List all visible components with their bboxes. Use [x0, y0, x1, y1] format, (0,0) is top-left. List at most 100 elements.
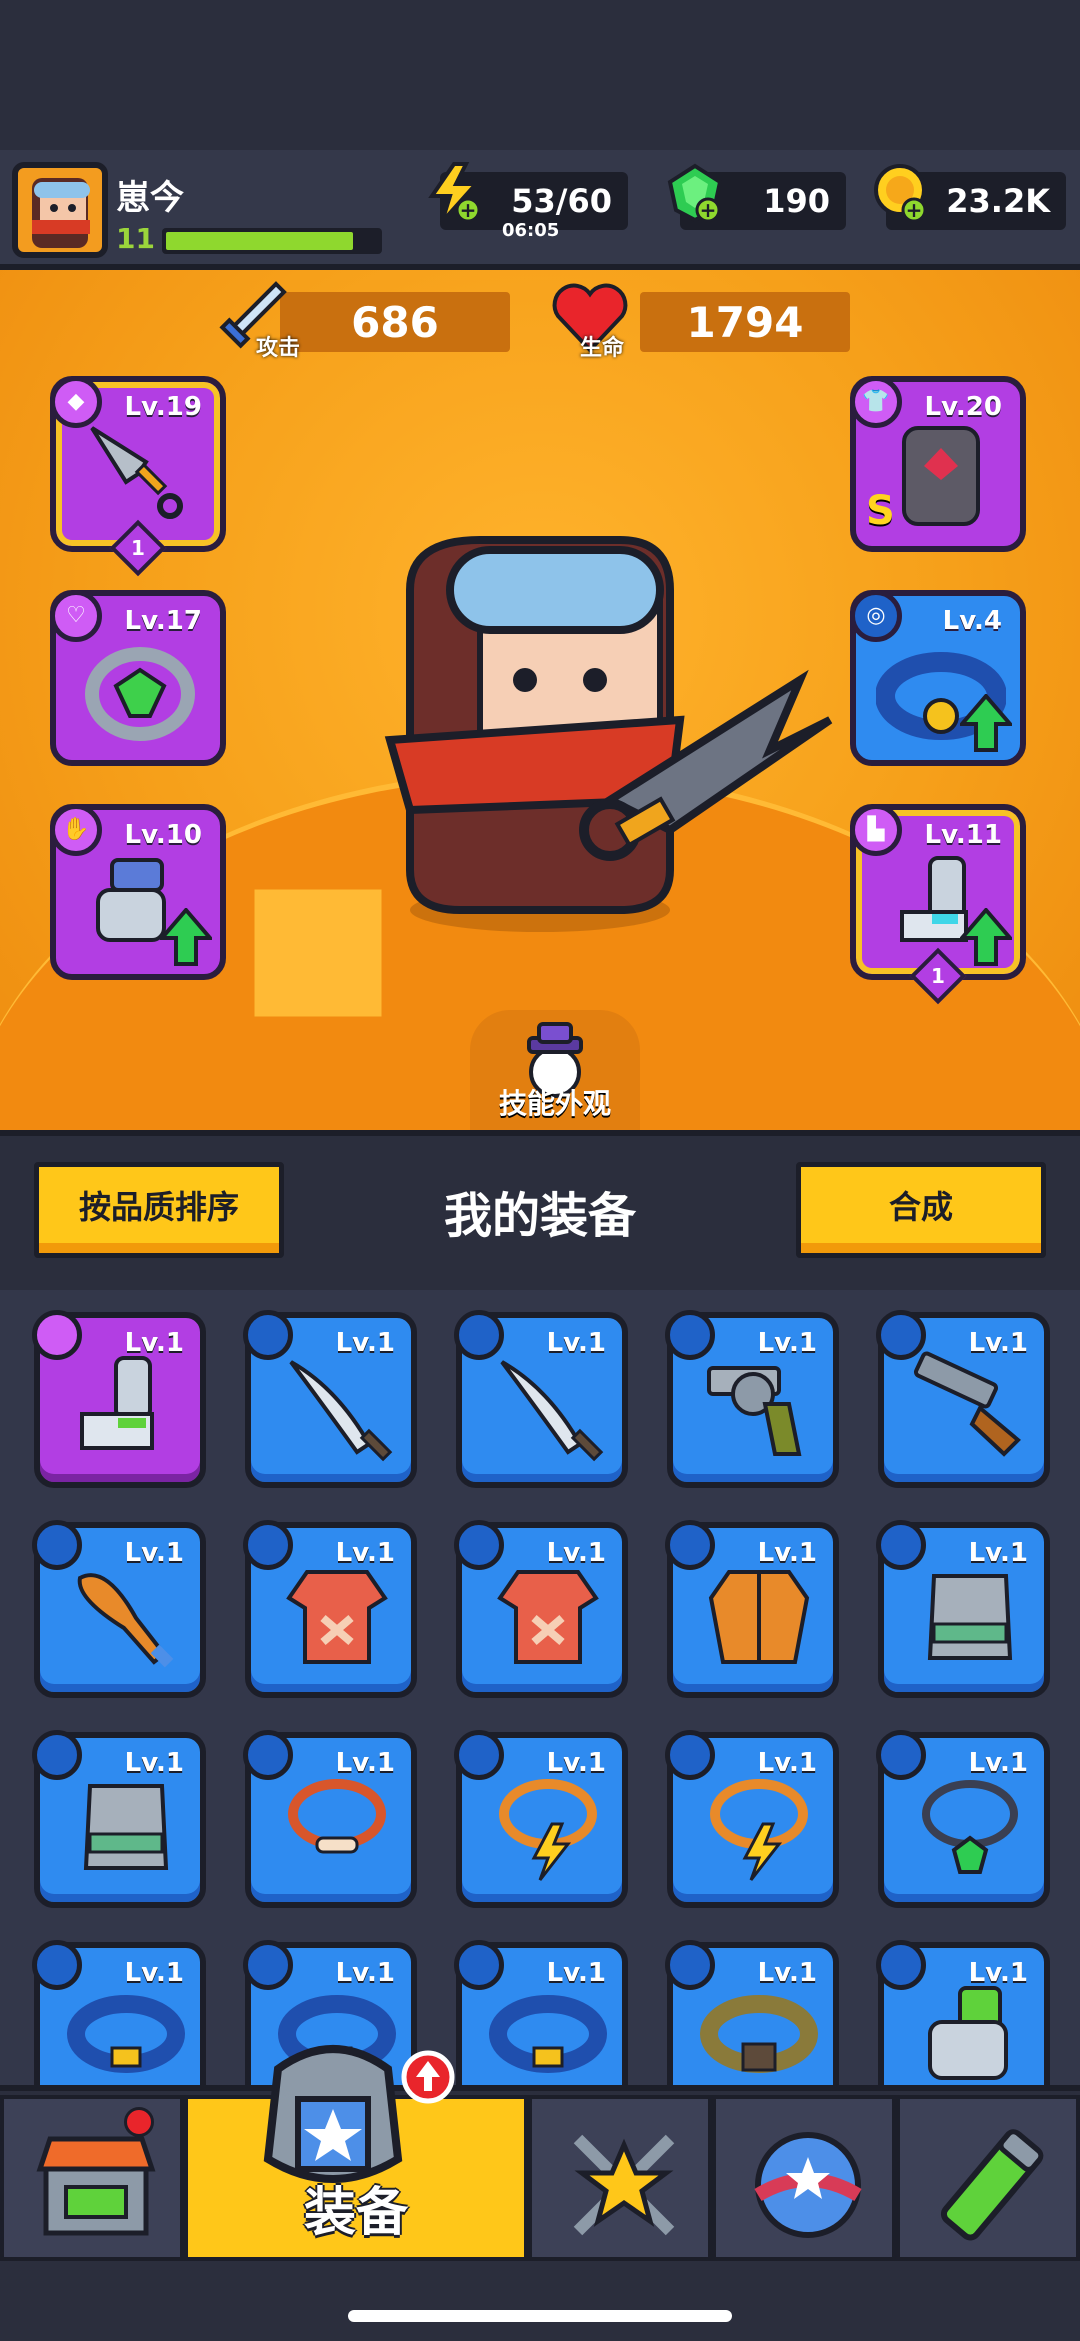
inventory-item[interactable]: Lv.1 [665, 1940, 839, 2090]
inventory-item[interactable]: Lv.1 [32, 1520, 206, 1698]
inventory-item[interactable]: Lv.1 [32, 1730, 206, 1908]
inventory-item[interactable]: Lv.1 [243, 1520, 417, 1698]
belt-slot[interactable]: ◎ Lv.4 [850, 590, 1026, 766]
belt-icon [489, 1995, 607, 2073]
boots-type-icon: ▙ [850, 804, 902, 856]
gloves-type-icon: ✋ [50, 804, 102, 856]
equipment-tab-label: 装备 [303, 2183, 408, 2243]
lightning-necklace-icon [710, 1779, 808, 1881]
skill-skin-tab[interactable]: 技能外观 [470, 1010, 640, 1130]
shop-icon [36, 2136, 156, 2236]
svg-text:+: + [906, 198, 923, 222]
glove-icon [928, 1986, 1008, 2080]
upgrade-arrow-icon [960, 694, 1012, 752]
gem-icon: + [667, 163, 723, 223]
player-level: 11 [116, 222, 155, 255]
jacket-icon [708, 1570, 810, 1664]
lightning-icon: + [428, 162, 481, 224]
inventory-item[interactable]: Lv.1 [32, 1310, 206, 1488]
energy-value: 53/60 [511, 182, 612, 220]
sword-icon [289, 1360, 393, 1462]
talent-tab[interactable] [712, 2095, 896, 2261]
leather-belt-icon [700, 1995, 818, 2073]
energy-counter[interactable]: + 53/60 06:05 [428, 162, 628, 241]
coin-icon: + [874, 164, 927, 223]
vest-icon [83, 1784, 169, 1870]
inventory-item[interactable]: Lv.1 [665, 1730, 839, 1908]
inventory-item[interactable]: Lv.1 [665, 1520, 839, 1698]
gene-tab[interactable] [896, 2095, 1080, 2261]
armor-slot[interactable]: 👕 Lv.20 S [850, 376, 1026, 552]
equipment-tab[interactable]: 装备 [184, 2045, 528, 2261]
upgrade-available-icon [401, 2050, 455, 2104]
weapon-slot[interactable]: ◆ Lv.19 1 [50, 376, 226, 577]
shirt-icon [286, 1570, 388, 1664]
player-name: 崽今 [116, 178, 184, 218]
kunai-icon [90, 426, 183, 519]
hp-value: 1794 [686, 298, 804, 347]
inventory-grid: Lv.1 Lv.1 Lv.1 Lv.1 Lv.1 Lv.1 Lv.1 Lv.1 Lv.1 Lv.1… [0, 1290, 1080, 2090]
inventory-item[interactable]: Lv.1 [243, 1730, 417, 1908]
svg-text:+: + [700, 198, 717, 222]
boots-icon [80, 1356, 154, 1450]
battle-tab[interactable] [528, 2095, 712, 2261]
sword-icon [500, 1360, 604, 1462]
inventory-item[interactable]: Lv.1 [243, 1310, 417, 1488]
character-panel: 686 攻击 1794 生命 ◆ Lv.19 1 ♡ Lv.17 ✋ Lv.10… [0, 270, 1080, 1130]
armor-grade: S [866, 488, 895, 534]
boots-level: Lv.11 [924, 820, 1002, 850]
gem-necklace-icon [922, 1780, 1018, 1874]
ring-icon [85, 647, 195, 741]
inventory-item[interactable]: Lv.1 [454, 1520, 628, 1698]
star-ball-icon [754, 2132, 862, 2238]
lightning-necklace-icon [499, 1779, 597, 1881]
upgrade-arrow-icon [160, 908, 212, 966]
weapon-stars: 1 [131, 536, 145, 560]
boots-slot[interactable]: ▙ Lv.11 1 [850, 804, 1026, 1005]
home-indicator[interactable] [348, 2310, 732, 2322]
belt-type-icon: ◎ [850, 590, 902, 642]
necklace-type-icon: ♡ [50, 590, 102, 642]
player-avatar[interactable] [12, 162, 108, 258]
skill-skin-label: 技能外观 [498, 1087, 611, 1120]
inventory-item[interactable]: Lv.1 [665, 1310, 839, 1488]
gloves-slot[interactable]: ✋ Lv.10 [50, 804, 226, 980]
shirt-icon [497, 1570, 599, 1664]
weapon-type-icon: ◆ [50, 376, 102, 428]
gems-counter[interactable]: + 190 [667, 163, 846, 230]
inventory-item[interactable]: Lv.1 [454, 1940, 628, 2090]
status-area [0, 0, 1080, 150]
belt-level: Lv.4 [942, 606, 1002, 636]
inventory-item[interactable]: Lv.1 [32, 1940, 206, 2090]
inventory-item[interactable]: Lv.1 [876, 1730, 1050, 1908]
upgrade-arrow-icon [960, 908, 1012, 966]
player-header: 崽今 11 + 53/60 06:05 + 190 + 23.2K [0, 150, 1080, 270]
gems-value: 190 [763, 182, 830, 220]
shop-tab[interactable] [0, 2095, 184, 2261]
inventory-item[interactable]: Lv.1 [876, 1310, 1050, 1488]
hp-stat: 1794 生命 [552, 283, 850, 361]
boots-stars: 1 [931, 964, 945, 988]
equipment-section-header: 按品质排序 我的装备 合成 [0, 1130, 1080, 1290]
belt-icon [67, 1995, 185, 2073]
inventory-item[interactable]: Lv.1 [454, 1730, 628, 1908]
energy-timer: 06:05 [502, 220, 560, 241]
svg-text:+: + [460, 198, 477, 222]
merge-button[interactable]: 合成 [796, 1162, 1046, 1258]
inventory-item[interactable]: Lv.1 [876, 1520, 1050, 1698]
attack-value: 686 [351, 298, 439, 347]
hp-label: 生命 [580, 336, 625, 361]
character-sprite [384, 536, 833, 932]
attack-stat: 686 攻击 [219, 281, 510, 361]
crossed-swords-star-icon [573, 2134, 675, 2236]
weapon-level: Lv.19 [124, 392, 202, 422]
bat-icon [77, 1573, 174, 1668]
bottom-nav: 装备 [0, 2045, 1080, 2261]
coins-value: 23.2K [946, 182, 1050, 220]
inventory-item[interactable]: Lv.1 [454, 1310, 628, 1488]
necklace-slot[interactable]: ♡ Lv.17 [50, 590, 226, 766]
necklace-level: Lv.17 [124, 606, 202, 636]
xp-bar [162, 228, 382, 254]
inventory-item[interactable]: Lv.1 [876, 1940, 1050, 2090]
coins-counter[interactable]: + 23.2K [874, 164, 1066, 230]
